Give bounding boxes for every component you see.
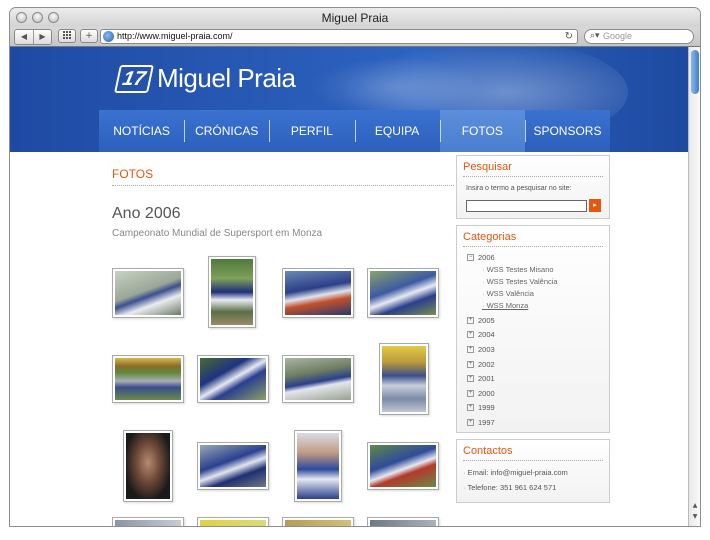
nav-item-perfil[interactable]: PERFIL bbox=[269, 110, 354, 152]
expand-icon[interactable]: + bbox=[467, 375, 474, 382]
nav-item-sponsors[interactable]: SPONSORS bbox=[524, 110, 610, 152]
reload-icon[interactable]: ↻ bbox=[565, 30, 573, 43]
browser-toolbar: ◀ ▶ + http://www.miguel-praia.com/ ↻ ⌕▾ … bbox=[10, 27, 700, 47]
title-bar: Miguel Praia bbox=[10, 8, 700, 27]
nav-item-noticias[interactable]: NOTÍCIAS bbox=[99, 110, 184, 152]
gallery-year-title: Ano 2006 bbox=[112, 205, 181, 222]
photo-thumbnail[interactable] bbox=[197, 442, 269, 490]
back-button[interactable]: ◀ bbox=[15, 30, 33, 44]
photo-thumbnail[interactable] bbox=[367, 268, 439, 318]
category-year[interactable]: +2004 bbox=[467, 330, 495, 339]
logo-number[interactable]: 17 bbox=[114, 65, 154, 93]
expand-icon[interactable]: + bbox=[467, 390, 474, 397]
category-year[interactable]: +2005 bbox=[467, 316, 495, 325]
categories-box: Categorias −2006 WSS Testes Misano WSS T… bbox=[456, 225, 610, 433]
globe-icon bbox=[103, 31, 114, 42]
expand-icon[interactable]: + bbox=[467, 317, 474, 324]
expand-icon[interactable]: + bbox=[467, 361, 474, 368]
header-background-photo bbox=[310, 57, 480, 117]
divider bbox=[463, 460, 603, 461]
photo-thumbnail[interactable] bbox=[282, 355, 354, 403]
category-year[interactable]: +1997 bbox=[467, 418, 495, 427]
search-label: Insira o termo a pesquisar no site: bbox=[466, 185, 572, 192]
category-year[interactable]: +2003 bbox=[467, 345, 495, 354]
url-text: http://www.miguel-praia.com/ bbox=[117, 31, 233, 41]
contact-email[interactable]: Email: info@miguel-praia.com bbox=[463, 468, 568, 477]
category-link-current[interactable]: WSS Monza bbox=[482, 301, 529, 310]
category-year[interactable]: +1999 bbox=[467, 403, 495, 412]
bookmarks-grid-button[interactable] bbox=[58, 29, 76, 43]
address-bar[interactable]: http://www.miguel-praia.com/ ↻ bbox=[100, 29, 578, 44]
photo-thumbnail[interactable] bbox=[112, 517, 184, 526]
divider bbox=[463, 176, 603, 177]
photo-thumbnail[interactable] bbox=[197, 517, 269, 526]
scroll-down-arrow-icon[interactable]: ▼ bbox=[689, 513, 700, 523]
photo-thumbnail[interactable] bbox=[379, 343, 429, 415]
photo-thumbnail[interactable] bbox=[197, 355, 269, 403]
add-bookmark-button[interactable]: + bbox=[80, 29, 98, 43]
scrollbar-thumb[interactable] bbox=[691, 50, 699, 94]
photo-thumbnail[interactable] bbox=[112, 268, 184, 318]
expand-icon[interactable]: + bbox=[467, 419, 474, 426]
category-year[interactable]: +2001 bbox=[467, 374, 495, 383]
search-submit-button[interactable]: ▸ bbox=[589, 199, 601, 212]
main-content: FOTOS Ano 2006 Campeonato Mundial de Sup… bbox=[10, 152, 688, 526]
contacts-title: Contactos bbox=[463, 445, 513, 457]
grid-icon bbox=[63, 31, 71, 39]
history-buttons: ◀ ▶ bbox=[14, 29, 52, 45]
expand-icon[interactable]: + bbox=[467, 331, 474, 338]
main-nav: NOTÍCIAS CRÓNICAS PERFIL EQUIPA FOTOS SP… bbox=[99, 110, 610, 152]
browser-window: Miguel Praia ◀ ▶ + http://www.miguel-pra… bbox=[10, 8, 700, 526]
contact-phone: Telefone: 351 961 624 571 bbox=[463, 483, 556, 492]
vertical-scrollbar[interactable]: ▲ ▼ bbox=[688, 47, 700, 526]
forward-button[interactable]: ▶ bbox=[33, 30, 51, 44]
category-year[interactable]: +2000 bbox=[467, 389, 495, 398]
category-year-2006[interactable]: −2006 bbox=[467, 253, 495, 262]
page-viewport: 17 Miguel Praia NOTÍCIAS CRÓNICAS PERFIL… bbox=[10, 47, 688, 526]
photo-thumbnail[interactable] bbox=[294, 430, 342, 502]
search-box-title: Pesquisar bbox=[463, 161, 512, 173]
nav-item-fotos[interactable]: FOTOS bbox=[439, 110, 525, 152]
category-year[interactable]: +2002 bbox=[467, 360, 495, 369]
section-divider bbox=[112, 185, 454, 186]
nav-item-equipa[interactable]: EQUIPA bbox=[354, 110, 440, 152]
photo-thumbnail[interactable] bbox=[208, 256, 256, 328]
gallery-subtitle: Campeonato Mundial de Supersport em Monz… bbox=[112, 228, 323, 239]
categories-title: Categorias bbox=[463, 231, 517, 243]
nav-item-cronicas[interactable]: CRÓNICAS bbox=[184, 110, 269, 152]
category-link[interactable]: WSS Testes Valência bbox=[482, 277, 558, 286]
site-search-input[interactable] bbox=[466, 200, 587, 212]
search-placeholder: Google bbox=[603, 31, 633, 41]
collapse-icon[interactable]: − bbox=[467, 254, 474, 261]
logo-name[interactable]: Miguel Praia bbox=[157, 63, 296, 94]
browser-search-field[interactable]: ⌕▾ Google bbox=[584, 29, 694, 44]
photo-thumbnail[interactable] bbox=[123, 430, 173, 502]
photo-thumbnail[interactable] bbox=[282, 517, 354, 526]
expand-icon[interactable]: + bbox=[467, 404, 474, 411]
photo-thumbnail[interactable] bbox=[367, 517, 439, 526]
scroll-up-arrow-icon[interactable]: ▲ bbox=[689, 502, 700, 512]
contacts-box: Contactos Email: info@miguel-praia.com T… bbox=[456, 439, 610, 503]
photo-thumbnail[interactable] bbox=[282, 268, 354, 318]
section-title: FOTOS bbox=[112, 167, 154, 181]
category-link[interactable]: WSS Valência bbox=[482, 289, 534, 298]
search-icon: ⌕▾ bbox=[590, 31, 600, 41]
window-title: Miguel Praia bbox=[321, 11, 389, 25]
category-link[interactable]: WSS Testes Misano bbox=[482, 265, 554, 274]
site-header: 17 Miguel Praia NOTÍCIAS CRÓNICAS PERFIL… bbox=[10, 47, 688, 152]
photo-thumbnail[interactable] bbox=[112, 355, 184, 403]
search-box: Pesquisar Insira o termo a pesquisar no … bbox=[456, 155, 610, 219]
photo-thumbnail[interactable] bbox=[367, 442, 439, 490]
divider bbox=[463, 246, 603, 247]
expand-icon[interactable]: + bbox=[467, 346, 474, 353]
